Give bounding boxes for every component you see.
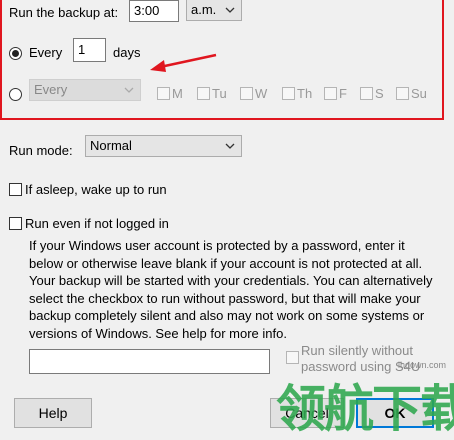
- weekday-radio[interactable]: [9, 88, 22, 101]
- help-text-line: below or otherwise leave blank if your a…: [29, 255, 423, 271]
- watermark-logo: 领航下载: [276, 381, 454, 437]
- run-mode-select[interactable]: Normal: [85, 135, 242, 157]
- weekday-label-tu: Tu: [212, 86, 227, 101]
- s4u-checkbox[interactable]: [286, 351, 299, 364]
- weekday-label-m: M: [172, 86, 183, 101]
- watermark-site: lhdown.com: [398, 360, 447, 370]
- ampm-value: a.m.: [191, 2, 217, 17]
- every-label: Every: [29, 45, 63, 60]
- arrow-annotation-icon: [150, 53, 217, 72]
- help-text-line: versions of Windows. See help for more i…: [29, 325, 287, 341]
- s4u-label-line1: Run silently without: [301, 343, 413, 358]
- wake-up-label: If asleep, wake up to run: [25, 182, 167, 197]
- weekday-label-th: Th: [297, 86, 313, 101]
- time-input-value: 3:00: [134, 3, 160, 18]
- password-input[interactable]: [29, 349, 270, 374]
- every-days-radio[interactable]: [9, 47, 22, 60]
- weekday-select[interactable]: Every: [29, 79, 141, 101]
- weekday-checkbox-su[interactable]: [396, 87, 409, 100]
- run-not-logged-label: Run even if not logged in: [25, 216, 169, 231]
- wake-up-checkbox[interactable]: [9, 183, 22, 196]
- run-mode-value: Normal: [90, 138, 132, 153]
- weekday-label-su: Su: [411, 86, 427, 101]
- ampm-select[interactable]: a.m.: [186, 0, 242, 21]
- every-days-value: 1: [78, 42, 86, 57]
- time-input[interactable]: 3:00: [129, 0, 179, 22]
- weekday-checkbox-f[interactable]: [324, 87, 337, 100]
- help-button[interactable]: Help: [14, 398, 92, 428]
- every-days-input[interactable]: 1: [73, 38, 106, 62]
- weekday-select-value: Every: [34, 82, 68, 97]
- help-text-line: If your Windows user account is protecte…: [29, 238, 405, 253]
- run-at-label: Run the backup at:: [9, 5, 119, 20]
- weekday-checkbox-w[interactable]: [240, 87, 253, 100]
- help-text-line: select the checkbox to run without passw…: [29, 290, 421, 306]
- days-label: days: [113, 45, 141, 60]
- password-help-text: If your Windows user account is protecte…: [29, 237, 449, 342]
- weekday-label-w: W: [255, 86, 268, 101]
- weekday-checkbox-th[interactable]: [282, 87, 295, 100]
- run-mode-label: Run mode:: [9, 143, 73, 158]
- weekday-label-s: S: [375, 86, 384, 101]
- help-text-line: Your backup will be started with your cr…: [29, 273, 433, 288]
- help-text-line: backup completely silent and also may no…: [29, 308, 425, 323]
- chevron-down-icon: [225, 143, 235, 149]
- chevron-down-icon: [225, 7, 235, 13]
- chevron-down-icon: [124, 87, 134, 93]
- run-not-logged-checkbox[interactable]: [9, 217, 22, 230]
- help-button-label: Help: [38, 405, 68, 421]
- weekday-label-f: F: [339, 86, 347, 101]
- weekday-checkbox-s[interactable]: [360, 87, 373, 100]
- weekday-checkbox-m[interactable]: [157, 87, 170, 100]
- weekday-checkbox-tu[interactable]: [197, 87, 210, 100]
